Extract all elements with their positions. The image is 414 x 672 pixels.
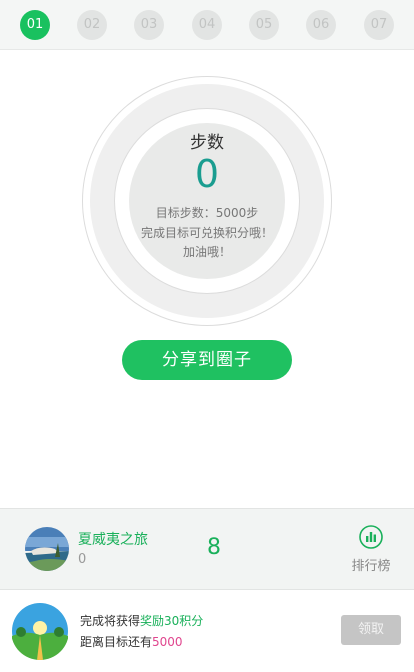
route-avatar — [25, 527, 69, 571]
tab-day-02[interactable]: 02 — [77, 10, 107, 40]
tab-day-05[interactable]: 05 — [249, 10, 279, 40]
tab-day-01[interactable]: 01 — [20, 10, 50, 40]
route-stat-value: 8 — [207, 535, 221, 560]
remaining-line: 距离目标还有5000 — [80, 633, 183, 650]
tab-day-06[interactable]: 06 — [306, 10, 336, 40]
steps-ring-band — [90, 84, 324, 318]
route-panel: 夏威夷之旅 0 8 排行榜 — [0, 508, 414, 590]
route-progress-value: 0 — [78, 552, 87, 567]
day-tabs: 01 02 03 04 05 06 07 — [0, 0, 414, 50]
remaining-steps: 5000 — [152, 635, 183, 649]
bar-chart-icon — [359, 525, 383, 549]
reward-line-prefix: 完成将获得 — [80, 614, 141, 628]
reward-line: 完成将获得奖励30积分 — [80, 612, 203, 629]
leaderboard-button[interactable]: 排行榜 — [342, 523, 400, 579]
claim-button[interactable]: 领取 — [341, 615, 401, 645]
steps-progress-ring — [82, 76, 332, 326]
steps-count: 0 — [194, 152, 220, 196]
remaining-prefix: 距离目标还有 — [80, 635, 153, 649]
reward-panel: 完成将获得奖励30积分 距离目标还有5000 领取 — [0, 590, 414, 672]
tab-day-03[interactable]: 03 — [134, 10, 164, 40]
leaderboard-label: 排行榜 — [351, 559, 391, 574]
steps-hint: 完成目标可兑换积分哦！ — [140, 226, 273, 240]
tab-day-07[interactable]: 07 — [364, 10, 394, 40]
steps-goal: 目标步数：5000步 — [155, 206, 259, 220]
share-to-circle-button[interactable]: 分享到圈子 — [122, 340, 292, 380]
route-name[interactable]: 夏威夷之旅 — [78, 529, 148, 549]
reward-avatar — [11, 602, 69, 660]
steps-cheer: 加油哦！ — [182, 245, 231, 259]
tab-day-04[interactable]: 04 — [192, 10, 222, 40]
reward-points: 奖励30积分 — [140, 614, 204, 628]
steps-title: 步数 — [190, 133, 224, 153]
